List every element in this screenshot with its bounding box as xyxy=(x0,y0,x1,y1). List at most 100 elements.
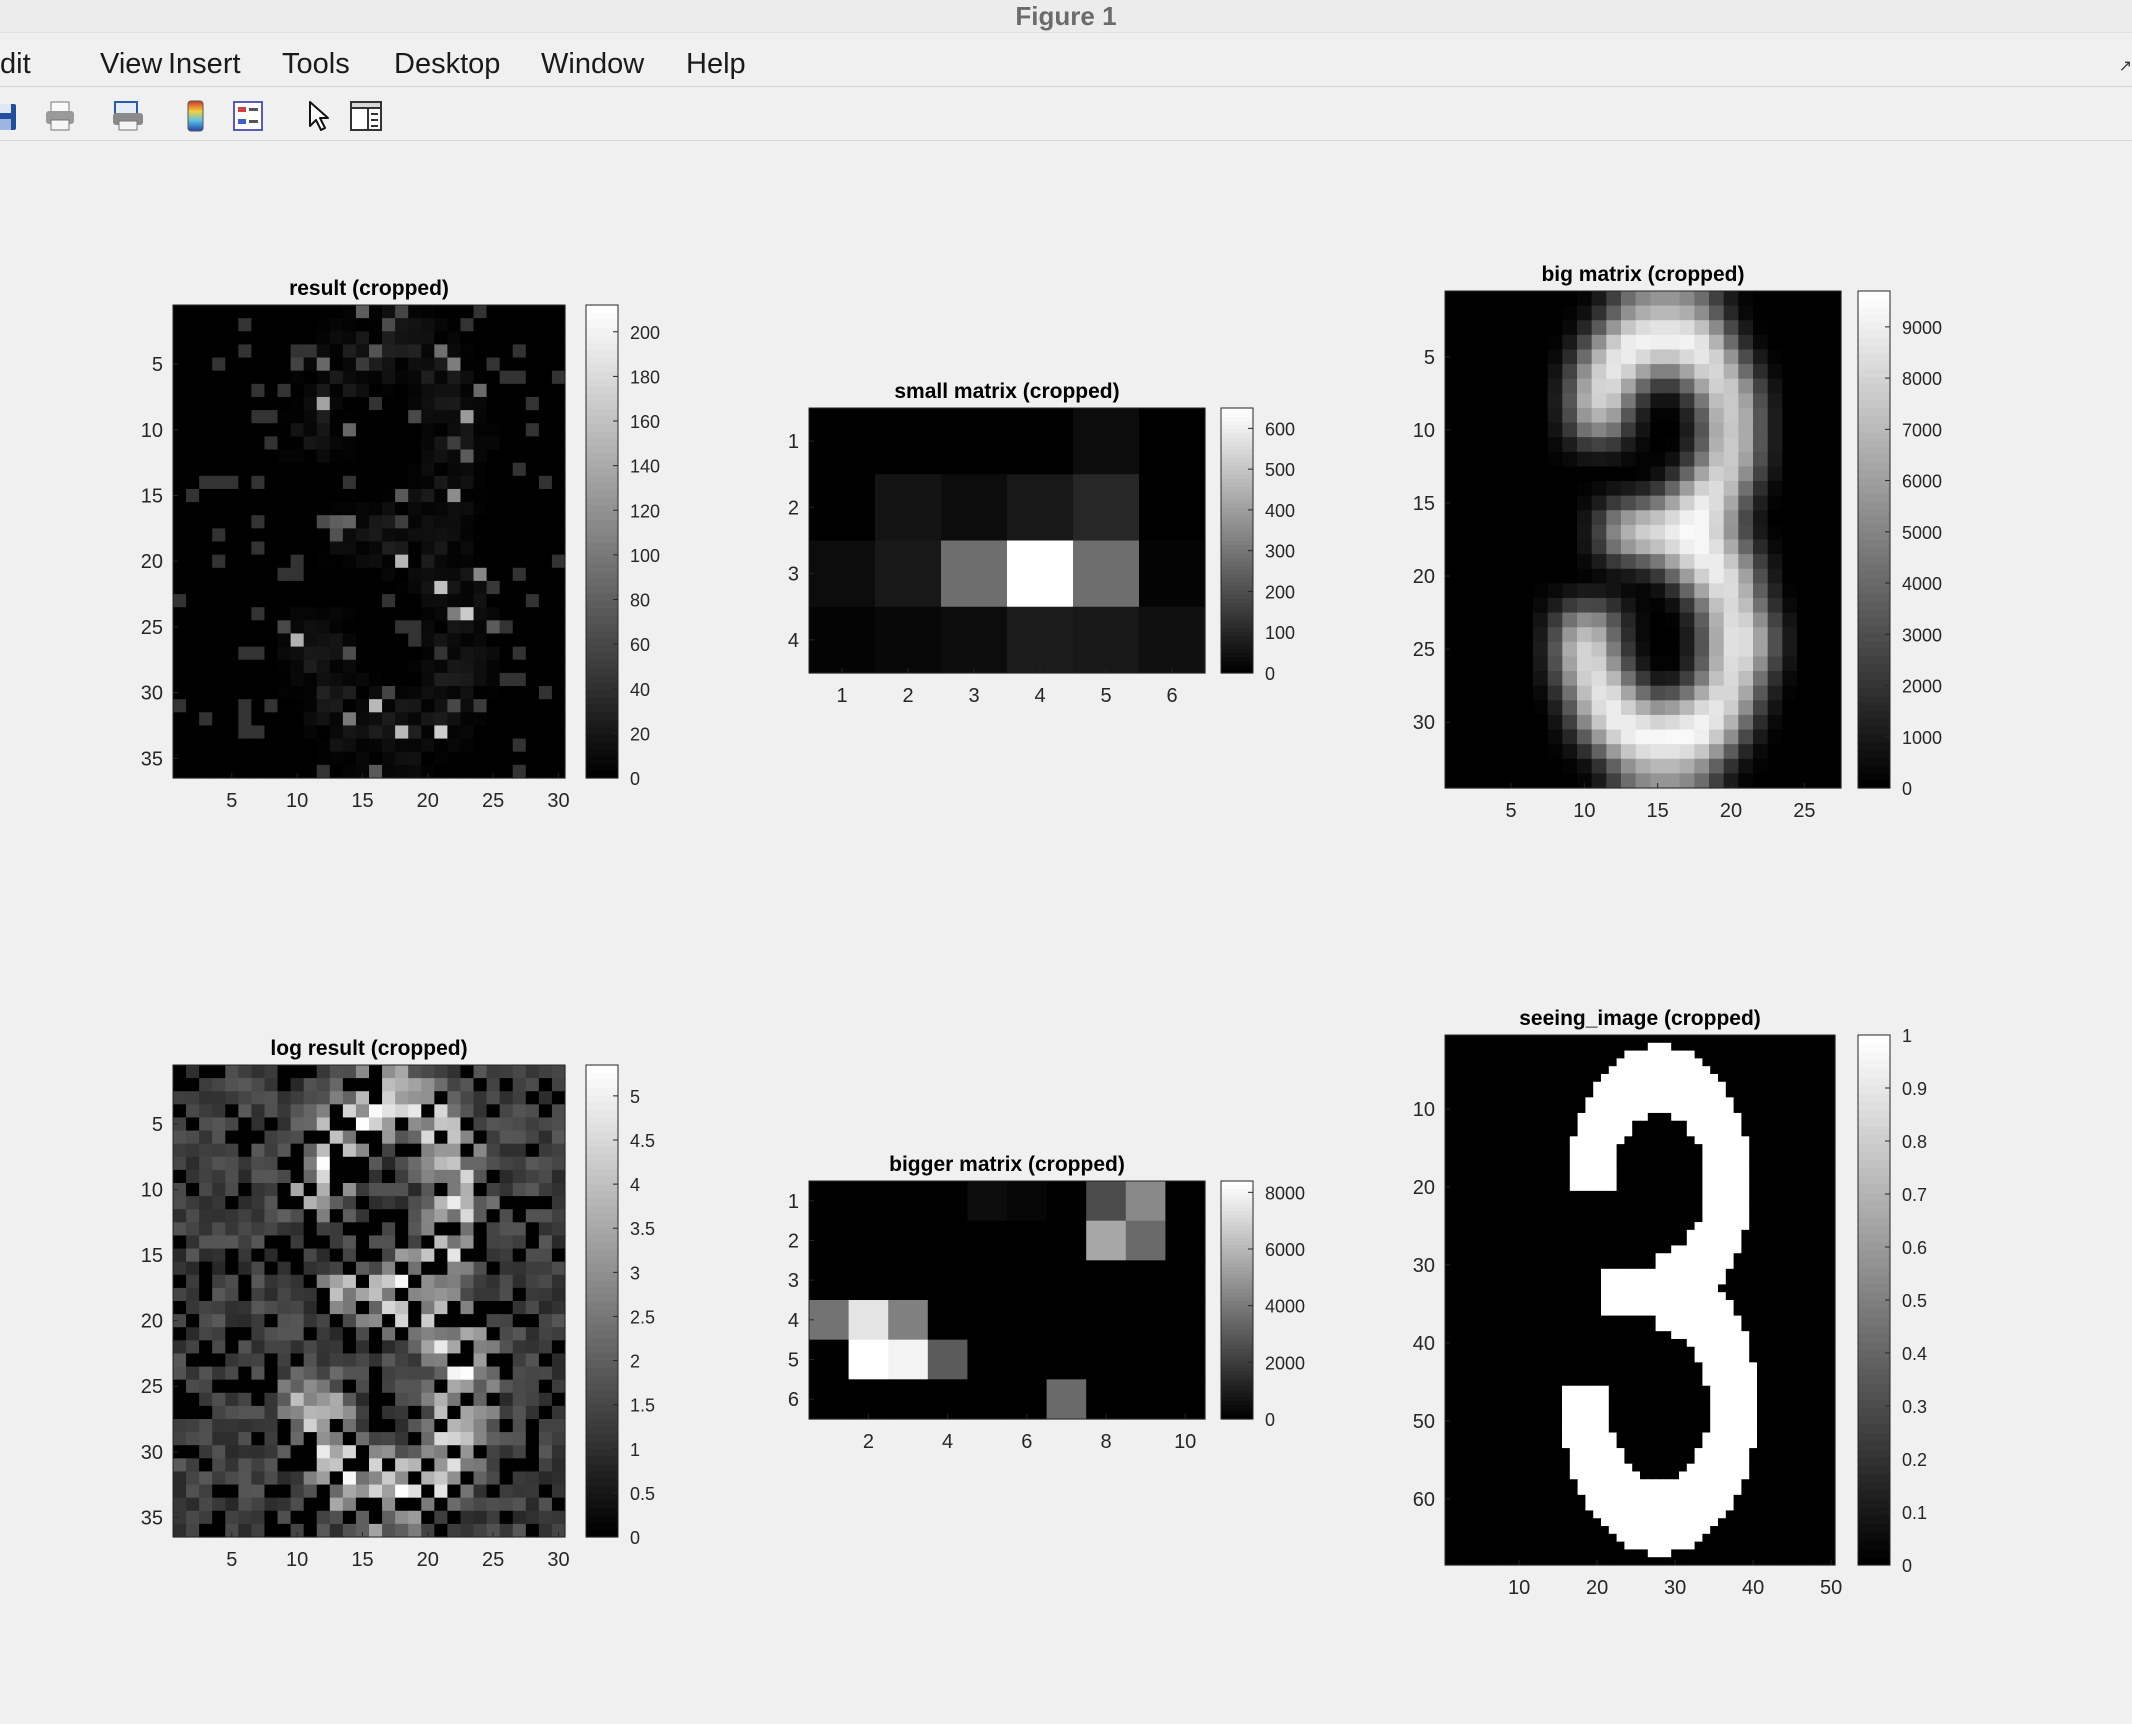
menu-insert[interactable]: Insert xyxy=(168,48,241,81)
colorbar-step xyxy=(586,1249,618,1258)
heatmap-cell xyxy=(199,1497,213,1512)
heatmap-cell xyxy=(1647,1112,1657,1122)
heatmap-cell xyxy=(1803,1206,1813,1215)
heatmap-cell xyxy=(1546,1081,1555,1091)
heatmap-cell xyxy=(1474,466,1490,482)
heatmap-cell xyxy=(1650,364,1666,380)
heatmap-cell xyxy=(1780,1214,1789,1223)
heatmap-cell xyxy=(551,607,566,621)
colorbar[interactable]: 0100020003000400050006000700080009000 xyxy=(1857,290,1942,799)
heatmap-cell xyxy=(1554,1198,1563,1208)
heatmap-cell xyxy=(460,305,475,319)
heatmap-cell xyxy=(1562,1128,1571,1137)
undock-icon[interactable]: ↗ xyxy=(2119,56,2132,76)
heatmap-cell xyxy=(1503,641,1519,658)
colorbar[interactable]: 0100200300400500600 xyxy=(1220,407,1295,684)
axes-bigger-matrix[interactable]: bigger matrix (cropped)2 4 6 8 1012345602000… xyxy=(788,1153,1305,1453)
heatmap-cell xyxy=(1826,510,1842,526)
heatmap-cell xyxy=(1474,510,1490,526)
heatmap-cell xyxy=(1663,1222,1672,1231)
colorbar[interactable]: 020406080100120140160180200 xyxy=(585,304,660,789)
menu-desktop[interactable]: Desktop xyxy=(394,48,500,81)
insert-legend-icon[interactable] xyxy=(230,98,266,134)
heatmap-cell xyxy=(238,1432,252,1446)
heatmap-cell xyxy=(303,1419,318,1433)
heatmap-cell xyxy=(277,580,292,595)
heatmap-cell xyxy=(1445,378,1461,394)
heatmap-cell xyxy=(1780,1175,1789,1184)
heatmap-cell xyxy=(369,1065,383,1079)
heatmap-cell xyxy=(421,567,435,582)
heatmap-cell xyxy=(1608,1097,1618,1106)
y-tick-label: 4 xyxy=(788,630,799,652)
axes-result[interactable]: result (cropped)5 10 15 20 25 305101520253035… xyxy=(141,277,660,812)
heatmap-cell xyxy=(1585,1089,1594,1098)
axes-big-matrix[interactable]: big matrix (cropped)5 10 15 20 2551015202530… xyxy=(1413,263,1942,822)
heatmap-cell xyxy=(421,1274,435,1289)
heatmap-cell xyxy=(277,1523,292,1538)
heatmap-cell xyxy=(1577,1190,1586,1200)
heatmap-cell xyxy=(551,1405,566,1420)
menu-tools[interactable]: Tools xyxy=(282,48,350,81)
heatmap-cell xyxy=(888,1260,929,1301)
menu-window[interactable]: Window xyxy=(541,48,644,81)
heatmap-cell xyxy=(1585,1214,1594,1223)
menu-view[interactable]: View xyxy=(100,48,162,81)
axes-small-matrix[interactable]: small matrix (cropped)1 2 3 4 5 6123401002003… xyxy=(788,380,1295,707)
colorbar-step xyxy=(586,1190,618,1199)
heatmap-cell xyxy=(369,318,383,332)
heatmap-cell xyxy=(1452,1058,1462,1067)
heatmap-cell xyxy=(355,1392,370,1407)
property-editor-icon[interactable] xyxy=(348,98,384,134)
heatmap-cell xyxy=(408,1222,422,1237)
heatmap-cell xyxy=(1757,1081,1766,1091)
heatmap-cell xyxy=(369,1301,383,1315)
heatmap-cell xyxy=(395,462,409,477)
heatmap-cell xyxy=(447,1287,462,1302)
colorbar[interactable]: 00.511.522.533.544.55 xyxy=(585,1064,655,1548)
pointer-icon[interactable] xyxy=(300,98,336,134)
heatmap-cell xyxy=(1767,641,1783,658)
colorbar[interactable]: 02000400060008000 xyxy=(1220,1180,1305,1430)
save-icon[interactable] xyxy=(0,98,22,134)
heatmap-cell xyxy=(1460,1089,1469,1098)
colorbar-step xyxy=(586,615,618,624)
heatmap-cell xyxy=(1616,1042,1625,1052)
heatmap-cell xyxy=(1624,1128,1633,1137)
heatmap-cell xyxy=(382,1301,396,1315)
print-icon[interactable] xyxy=(42,98,78,134)
heatmap-cell xyxy=(173,1065,187,1079)
heatmap-cell xyxy=(369,751,383,766)
heatmap-cell xyxy=(1546,1167,1555,1176)
heatmap-cell xyxy=(1797,291,1813,307)
heatmap-cell xyxy=(1624,1042,1633,1052)
heatmap-cell xyxy=(173,672,187,687)
heatmap-cell xyxy=(408,370,422,385)
heatmap-cell xyxy=(173,1366,187,1381)
heatmap-cell xyxy=(369,1353,383,1368)
insert-colorbar-icon[interactable] xyxy=(178,98,214,134)
heatmap-cell xyxy=(199,738,213,753)
heatmap-cell xyxy=(447,1366,462,1381)
heatmap-cell xyxy=(212,1471,226,1486)
heatmap-cell xyxy=(551,436,566,451)
heatmap-cell xyxy=(303,1445,318,1459)
colorbar-step xyxy=(1858,469,1890,478)
heatmap-cell xyxy=(1452,1206,1462,1215)
heatmap-cell xyxy=(1533,378,1549,394)
axes-seeing-image[interactable]: seeing_image (cropped)10 20 30 40 5010203040… xyxy=(1413,1007,1927,1599)
menu-edit[interactable]: dit xyxy=(0,48,31,81)
axes-log-result[interactable]: log result (cropped)5 10 15 20 25 30510152025… xyxy=(141,1037,655,1571)
heatmap-cell xyxy=(460,1327,475,1341)
heatmap-cell xyxy=(355,1432,370,1446)
heatmap-cell xyxy=(1733,1198,1742,1208)
heatmap-cell xyxy=(1125,1379,1166,1420)
heatmap-cell xyxy=(251,449,266,464)
menu-help[interactable]: Help xyxy=(686,48,746,81)
colorbar-step xyxy=(1221,648,1253,653)
heatmap-cell xyxy=(809,474,876,542)
heatmap-cell xyxy=(186,1484,200,1499)
print-preview-icon[interactable] xyxy=(110,98,146,134)
heatmap-cell xyxy=(551,1497,566,1512)
heatmap-cell xyxy=(551,1353,566,1368)
